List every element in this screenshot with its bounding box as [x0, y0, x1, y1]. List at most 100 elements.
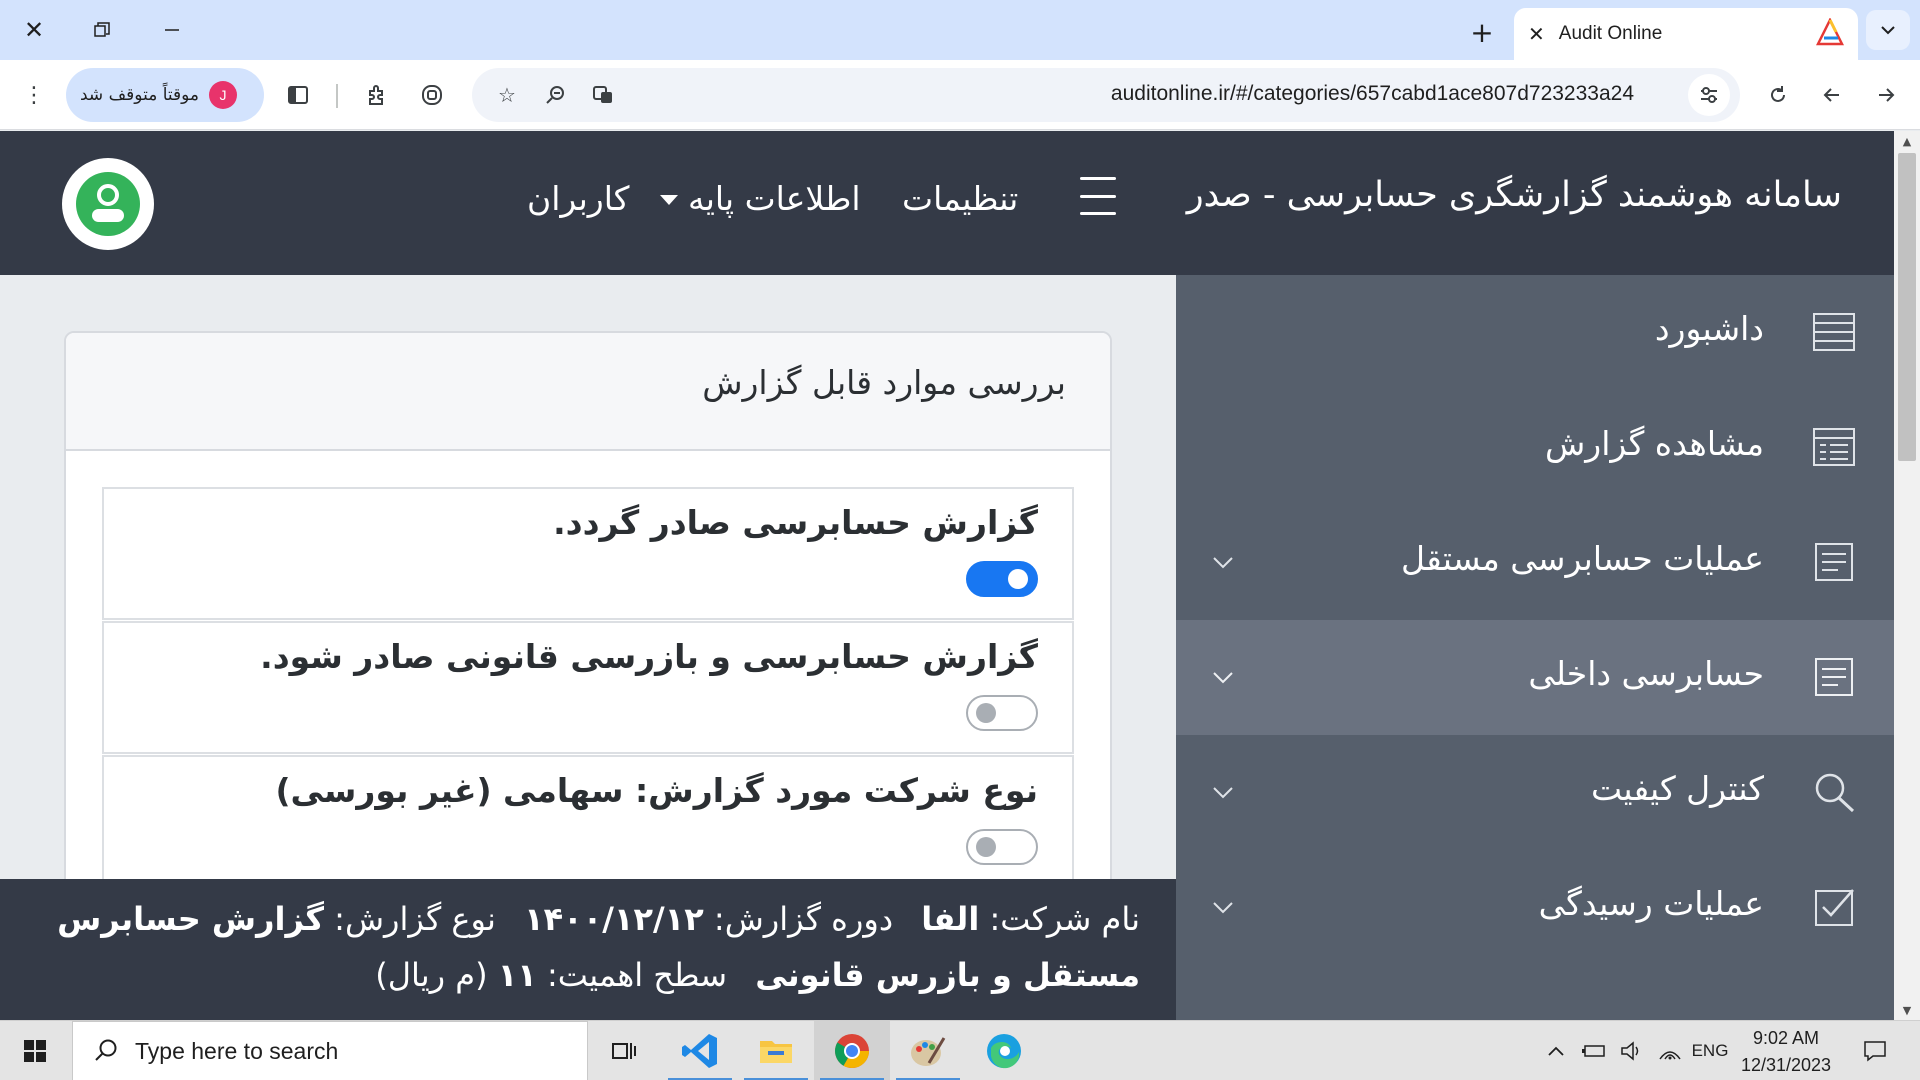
bookmark-star-icon[interactable]: ☆: [486, 74, 528, 116]
reportable-items-card: بررسی موارد قابل گزارش گزارش حسابرسی صاد…: [64, 331, 1112, 931]
sidebar-item-label: حسابرسی داخلی: [1528, 654, 1764, 693]
taskbar-clock[interactable]: 9:02 AM 12/31/2023: [1728, 1025, 1844, 1079]
tab-search-chevron-icon[interactable]: [1866, 10, 1910, 50]
period-label: دوره گزارش:: [713, 900, 894, 938]
option-label: گزارش حسابرسی و بازرسی قانونی صادر شود.: [260, 637, 1038, 676]
volume-icon[interactable]: [1614, 1021, 1650, 1080]
app-title: سامانه هوشمند گزارشگری حسابرسی - صدر: [1186, 175, 1842, 215]
option-row: گزارش حسابرسی و بازرسی قانونی صادر شود.: [102, 621, 1074, 754]
back-arrow-icon[interactable]: [1810, 73, 1854, 117]
option-toggle[interactable]: [966, 829, 1038, 865]
chevron-down-icon[interactable]: [1212, 781, 1234, 803]
scroll-up-icon[interactable]: ▲: [1894, 131, 1920, 151]
paint-app-icon[interactable]: [890, 1021, 966, 1080]
scrollbar-thumb[interactable]: [1898, 153, 1916, 461]
forward-arrow-icon[interactable]: [1864, 73, 1908, 117]
tab-close-icon[interactable]: ✕: [1528, 22, 1545, 46]
report-type-label: نوع گزارش:: [334, 900, 496, 938]
sidebar-item-label: عملیات حسابرسی مستقل: [1401, 539, 1764, 578]
sidebar-item-review-operations[interactable]: عملیات رسیدگی: [1176, 850, 1894, 965]
option-toggle[interactable]: [966, 561, 1038, 597]
edge-app-icon[interactable]: [966, 1021, 1042, 1080]
option-toggle[interactable]: [966, 695, 1038, 731]
option-row: گزارش حسابرسی صادر گردد.: [102, 487, 1074, 620]
sidebar-item-quality-control[interactable]: کنترل کیفیت: [1176, 735, 1894, 850]
zoom-icon[interactable]: [534, 74, 576, 116]
materiality-value: ۱۱: [497, 956, 537, 994]
sidebar-item-label: داشبورد: [1654, 309, 1764, 348]
checkbox-icon: [1815, 889, 1854, 926]
window-close-icon[interactable]: ✕: [8, 8, 60, 52]
browser-tab-bar: ✕ + ✕ Audit Online: [0, 0, 1920, 60]
option-label: گزارش حسابرسی صادر گردد.: [553, 503, 1038, 542]
materiality-label: سطح اهمیت:: [547, 956, 728, 994]
sidebar-item-label: کنترل کیفیت: [1590, 769, 1764, 808]
sidebar-item-independent-audit[interactable]: عملیات حسابرسی مستقل: [1176, 505, 1894, 620]
nav-base-info[interactable]: اطلاعات پایه: [688, 179, 861, 218]
windows-start-icon[interactable]: [0, 1021, 70, 1080]
task-view-icon[interactable]: [586, 1021, 662, 1080]
report-grid-icon: [1813, 428, 1855, 466]
toolbar-divider: [336, 84, 338, 108]
browser-toolbar: ⋮ J موقتاً متوقف شد ☆ auditonline.ir/#/c…: [0, 60, 1920, 130]
browser-tab[interactable]: ✕ Audit Online: [1514, 8, 1858, 60]
taskbar-search-placeholder: Type here to search: [135, 1037, 339, 1064]
windows-taskbar: Type here to search ENG 9:02 AM 12/31/20…: [0, 1020, 1920, 1080]
sidebar-item-label: مشاهده گزارش: [1545, 424, 1764, 463]
reload-icon[interactable]: [1756, 73, 1800, 117]
chevron-down-icon[interactable]: [1212, 551, 1234, 573]
period-value: ۱۴۰۰/۱۲/۱۲: [524, 900, 704, 938]
sidebar-item-dashboard[interactable]: داشبورد: [1176, 275, 1894, 390]
materiality-unit: (م ریال): [375, 956, 488, 994]
document-lines-icon: [1815, 658, 1853, 696]
user-avatar[interactable]: [62, 158, 154, 250]
tab-favicon-icon: [1815, 17, 1845, 50]
hamburger-menu-icon[interactable]: [1080, 177, 1116, 215]
input-language-indicator[interactable]: ENG: [1690, 1021, 1730, 1080]
battery-icon[interactable]: [1576, 1021, 1612, 1080]
search-icon: [95, 1039, 117, 1061]
nav-base-info-caret-icon: [660, 195, 678, 205]
nav-users[interactable]: کاربران: [527, 179, 630, 218]
card-header: بررسی موارد قابل گزارش: [66, 333, 1110, 451]
tab-groups-icon[interactable]: [410, 73, 454, 117]
window-minimize-icon[interactable]: [146, 8, 198, 52]
card-title: بررسی موارد قابل گزارش: [702, 363, 1066, 402]
side-panel-icon[interactable]: [276, 73, 320, 117]
company-value: الفا: [921, 900, 980, 938]
chrome-app-icon[interactable]: [814, 1021, 890, 1080]
option-label: نوع شرکت مورد گزارش: سهامی (غیر بورسی): [275, 771, 1038, 810]
user-profile-icon: [76, 172, 140, 236]
new-tab-icon[interactable]: +: [1462, 12, 1502, 52]
translate-icon[interactable]: [582, 74, 624, 116]
window-restore-icon[interactable]: [76, 8, 128, 52]
scroll-down-icon[interactable]: ▼: [1894, 1000, 1920, 1020]
url-text: auditonline.ir/#/categories/657cabd1ace8…: [1110, 82, 1634, 105]
report-info-bar: نام شرکت: الفا دوره گزارش: ۱۴۰۰/۱۲/۱۲ نو…: [0, 879, 1176, 1020]
wifi-icon[interactable]: [1652, 1021, 1688, 1080]
profile-button[interactable]: J موقتاً متوقف شد: [66, 68, 264, 122]
company-label: نام شرکت:: [989, 900, 1140, 938]
page-scrollbar[interactable]: ▲ ▼: [1894, 131, 1920, 1020]
notification-center-icon[interactable]: [1852, 1021, 1898, 1080]
clock-date: 12/31/2023: [1740, 1055, 1832, 1075]
vscode-app-icon[interactable]: [662, 1021, 738, 1080]
site-settings-icon[interactable]: [1688, 74, 1730, 116]
show-hidden-icons-chevron-icon[interactable]: [1540, 1021, 1572, 1080]
address-bar[interactable]: ☆ auditonline.ir/#/categories/657cabd1ac…: [472, 68, 1740, 122]
profile-status: موقتاً متوقف شد: [80, 85, 200, 105]
profile-avatar: J: [209, 81, 238, 109]
option-row: نوع شرکت مورد گزارش: سهامی (غیر بورسی): [102, 755, 1074, 888]
main-content: بررسی موارد قابل گزارش گزارش حسابرسی صاد…: [0, 275, 1176, 931]
sidebar-item-internal-audit[interactable]: حسابرسی داخلی: [1176, 620, 1894, 735]
sidebar-item-view-report[interactable]: مشاهده گزارش: [1176, 390, 1894, 505]
chevron-down-icon[interactable]: [1212, 896, 1234, 918]
file-explorer-app-icon[interactable]: [738, 1021, 814, 1080]
nav-settings[interactable]: تنظیمات: [902, 179, 1018, 218]
sidebar-item-label: عملیات رسیدگی: [1538, 884, 1764, 923]
magnifier-icon: [1815, 773, 1855, 813]
extensions-icon[interactable]: [356, 73, 400, 117]
chevron-down-icon[interactable]: [1212, 666, 1234, 688]
taskbar-search-box[interactable]: Type here to search: [72, 1021, 588, 1080]
browser-menu-icon[interactable]: ⋮: [12, 73, 56, 117]
